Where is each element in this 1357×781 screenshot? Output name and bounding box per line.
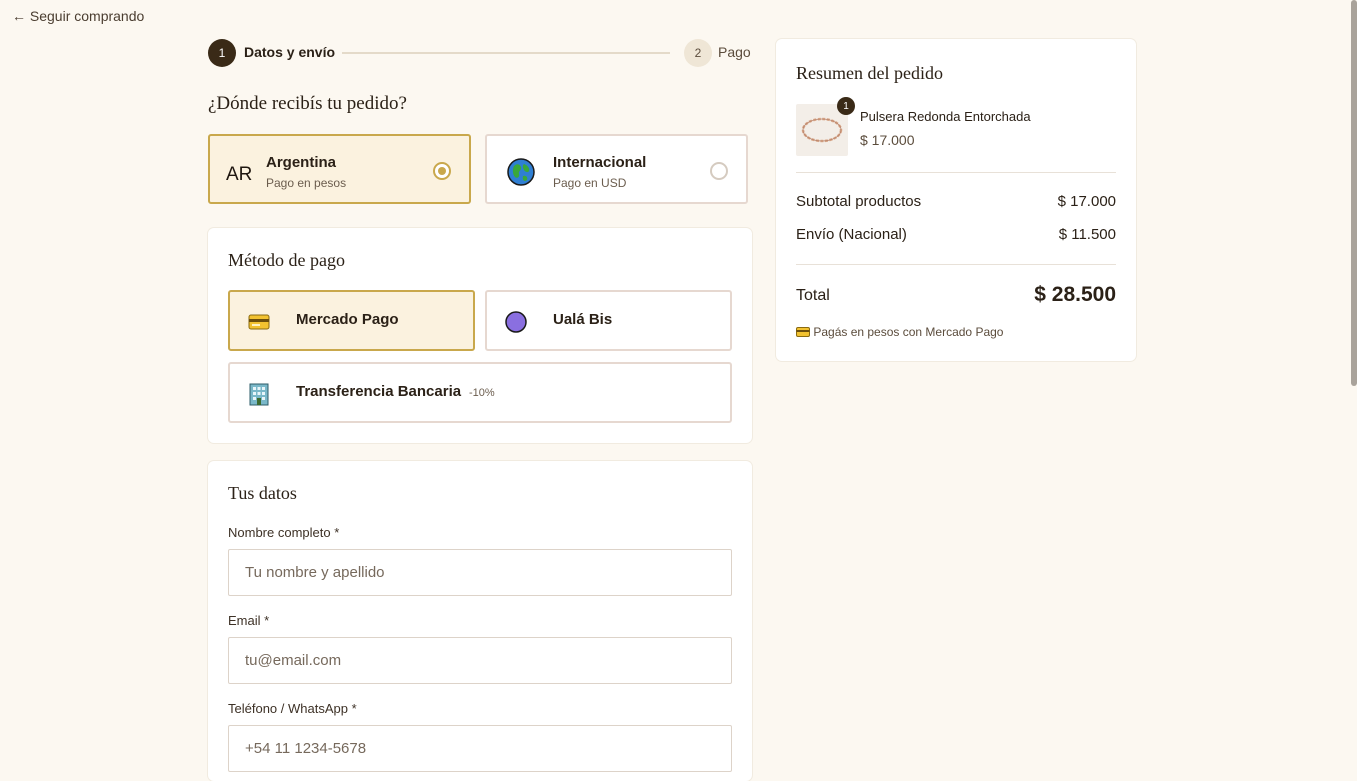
full-name-label: Nombre completo * [228,525,340,540]
bank-building-icon [249,383,269,406]
step-2-label: Pago [718,44,751,60]
region-title: Internacional [553,154,647,171]
order-summary-title: Resumen del pedido [796,63,943,83]
region-title: Argentina [266,154,337,171]
step-1-label: Datos y envío [244,44,336,60]
subtotal-value: $ 17.000 [1057,193,1116,210]
product-name: Pulsera Redonda Entorchada [860,109,1031,124]
globe-icon [507,158,535,186]
purple-circle-icon [505,311,527,333]
radio-selected[interactable] [433,162,451,180]
subtotal-label: Subtotal productos [796,193,922,210]
payment-note: Pagás en pesos con Mercado Pago [796,325,1003,339]
page-scrollbar[interactable] [1351,0,1357,386]
payment-option-uala-bis[interactable]: Ualá Bis [485,290,732,351]
full-name-input[interactable] [228,549,732,596]
total-label: Total [796,287,830,304]
back-to-shop-link[interactable]: ← Seguir comprando [12,8,144,24]
customer-data-panel: Tus datos Nombre completo * Email * Telé… [208,461,752,781]
region-subtitle: Pago en USD [553,176,627,190]
region-subtitle: Pago en pesos [266,176,347,190]
customer-data-title: Tus datos [228,483,297,503]
payment-note-text: Pagás en pesos con Mercado Pago [813,325,1004,339]
phone-label: Teléfono / WhatsApp * [228,701,357,716]
payment-option-transferencia[interactable]: Transferencia Bancaria -10% [228,362,732,423]
discount-badge: -10% [469,387,495,399]
stepper-connector [342,52,670,54]
quantity-badge: 1 [837,97,855,115]
payment-method-panel: Método de pago Mercado Pago Ualá Bis Tra… [208,228,752,443]
email-input[interactable] [228,637,732,684]
payment-option-label: Transferencia Bancaria [296,383,462,400]
country-code: AR [226,164,253,185]
checkout-stepper: 1 Datos y envío 2 Pago [208,39,752,67]
email-label: Email * [228,613,270,628]
summary-divider [796,264,1116,265]
order-summary-panel: Resumen del pedido 1 Pulsera Redonda Ent… [776,39,1136,361]
step-1-number: 1 [208,39,236,67]
shipping-label: Envío (Nacional) [796,226,907,243]
region-option-argentina[interactable]: AR Argentina Pago en pesos [208,134,471,204]
product-price: $ 17.000 [860,132,915,148]
destination-title: ¿Dónde recibís tu pedido? [208,93,407,114]
step-2-number: 2 [684,39,712,67]
shipping-value: $ 11.500 [1058,226,1116,243]
radio-unselected[interactable] [710,162,728,180]
summary-divider [796,172,1116,173]
payment-option-label: Mercado Pago [296,311,399,328]
region-option-international[interactable]: Internacional Pago en USD [485,134,748,204]
payment-option-mercado-pago[interactable]: Mercado Pago [228,290,475,351]
credit-card-icon [248,314,270,330]
credit-card-icon [796,327,810,337]
total-value: $ 28.500 [1034,283,1116,306]
payment-option-label: Ualá Bis [553,311,613,328]
payment-method-title: Método de pago [228,250,345,270]
phone-input[interactable] [228,725,732,772]
